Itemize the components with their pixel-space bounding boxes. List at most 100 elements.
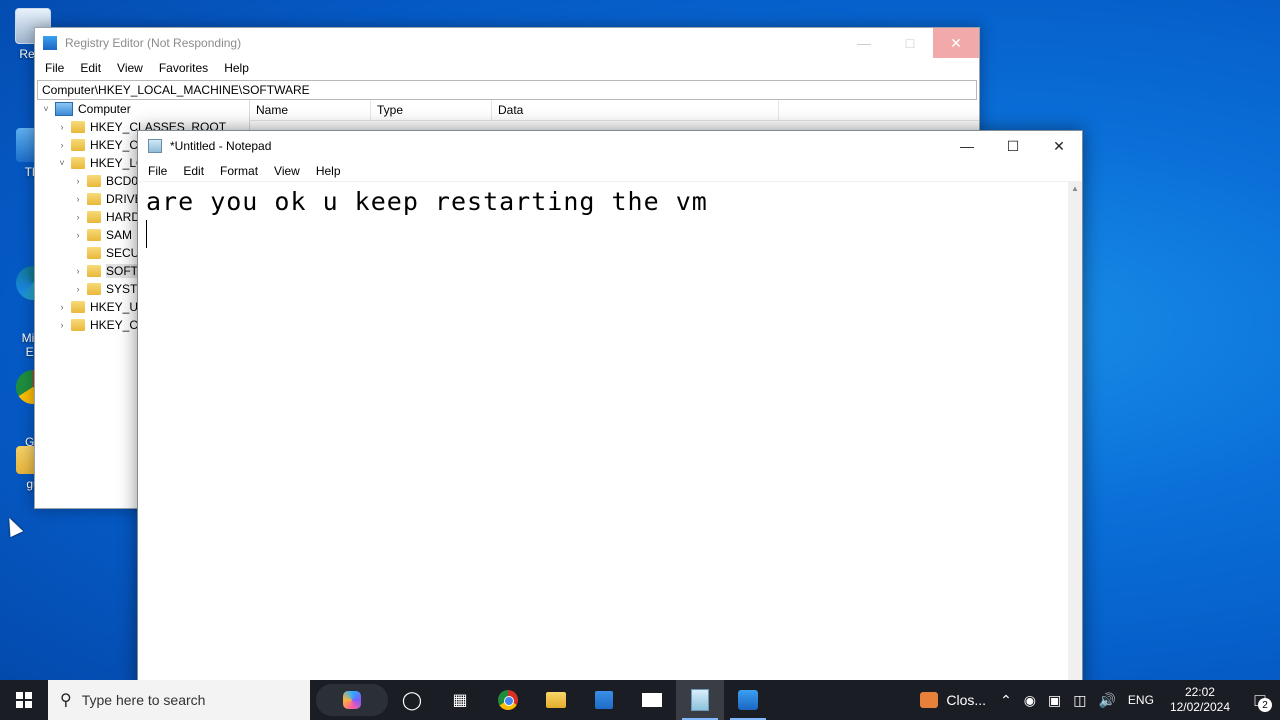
tree-item-label: HARD [106, 210, 141, 224]
taskbar-chrome[interactable] [484, 680, 532, 720]
tray-app-label: Clos... [946, 692, 987, 708]
notepad-title: *Untitled - Notepad [170, 139, 272, 153]
column-header-type[interactable]: Type [371, 100, 492, 120]
close-button[interactable]: ✕ [1036, 131, 1082, 161]
regedit-menubar: File Edit View Favorites Help [35, 58, 979, 78]
clock[interactable]: 22:02 12/02/2024 [1160, 685, 1240, 715]
menu-edit[interactable]: Edit [72, 61, 109, 75]
menu-format[interactable]: Format [212, 164, 266, 178]
language-indicator[interactable]: ENG [1122, 693, 1160, 707]
volume-icon[interactable]: 🔊 [1092, 692, 1121, 709]
folder-icon [87, 265, 101, 277]
taskbar-file-explorer[interactable] [532, 680, 580, 720]
record-icon[interactable]: ◉ [1018, 692, 1042, 709]
notepad-window[interactable]: *Untitled - Notepad — ☐ ✕ File Edit Form… [137, 130, 1083, 692]
chrome-icon [498, 690, 518, 710]
chevron-right-icon[interactable]: › [57, 122, 67, 132]
vertical-scrollbar[interactable]: ▲ [1068, 181, 1082, 691]
notepad-icon [691, 689, 709, 711]
copilot-button[interactable] [316, 684, 388, 716]
chevron-right-icon[interactable]: › [57, 140, 67, 150]
column-header-data[interactable]: Data [492, 100, 779, 120]
chevron-right-icon[interactable]: › [73, 266, 83, 276]
menu-help[interactable]: Help [308, 164, 349, 178]
search-icon: ⚲ [60, 692, 72, 709]
folder-icon [87, 193, 101, 205]
windows-logo-icon [16, 692, 32, 708]
maximize-button[interactable]: □ [887, 28, 933, 58]
tree-item-label: BCD0 [106, 174, 139, 188]
folder-icon [71, 157, 85, 169]
chevron-right-icon[interactable]: › [73, 230, 83, 240]
editor-content: are you ok u keep restarting the vm [146, 187, 708, 216]
tray-app-item[interactable]: Clos... [912, 680, 994, 720]
car-warning-icon [920, 692, 939, 708]
column-header-name[interactable]: Name [250, 100, 371, 120]
notepad-app-icon [148, 139, 162, 153]
menu-favorites[interactable]: Favorites [151, 61, 216, 75]
menu-file[interactable]: File [37, 61, 72, 75]
folder-icon [87, 175, 101, 187]
meet-now-icon[interactable]: ▣ [1042, 692, 1067, 709]
minimize-button[interactable]: — [841, 28, 887, 58]
notification-center-button[interactable]: □ 2 [1240, 680, 1280, 720]
network-icon[interactable]: ◫ [1067, 692, 1092, 709]
menu-view[interactable]: View [266, 164, 308, 178]
scroll-up-arrow-icon[interactable]: ▲ [1068, 181, 1082, 195]
file-explorer-icon [546, 692, 566, 708]
tree-item-label: Computer [78, 102, 131, 116]
notepad-titlebar[interactable]: *Untitled - Notepad — ☐ ✕ [138, 131, 1082, 161]
start-button[interactable] [0, 680, 48, 720]
minimize-button[interactable]: — [944, 131, 990, 161]
menu-help[interactable]: Help [216, 61, 257, 75]
chevron-down-icon[interactable]: ˅ [41, 104, 51, 114]
regedit-titlebar[interactable]: Registry Editor (Not Responding) — □ ✕ [35, 28, 979, 58]
clock-date: 12/02/2024 [1169, 700, 1230, 714]
regedit-icon [738, 690, 758, 710]
folder-icon [71, 121, 85, 133]
maximize-button[interactable]: ☐ [990, 131, 1036, 161]
taskbar-store[interactable] [580, 680, 628, 720]
menu-file[interactable]: File [140, 164, 175, 178]
folder-icon [87, 283, 101, 295]
task-view-button[interactable]: ▦ [436, 680, 484, 720]
folder-icon [71, 319, 85, 331]
clock-time: 22:02 [1184, 685, 1215, 699]
chevron-right-icon[interactable]: › [73, 194, 83, 204]
cortana-button[interactable]: ◯ [388, 680, 436, 720]
taskbar-mail[interactable] [628, 680, 676, 720]
chevron-right-icon[interactable]: › [73, 284, 83, 294]
folder-icon [87, 229, 101, 241]
computer-icon [55, 102, 73, 116]
mail-icon [642, 693, 662, 707]
taskbar-regedit[interactable] [724, 680, 772, 720]
text-editor[interactable]: are you ok u keep restarting the vm [138, 181, 1068, 691]
close-button[interactable]: ✕ [933, 28, 979, 58]
chevron-right-icon[interactable]: › [57, 320, 67, 330]
tree-item-label: SOFT [106, 264, 138, 278]
tree-item-computer[interactable]: ˅ Computer [35, 100, 249, 118]
search-placeholder: Type here to search [81, 692, 206, 708]
store-icon [595, 691, 613, 709]
menu-view[interactable]: View [109, 61, 151, 75]
taskbar-notepad[interactable] [676, 680, 724, 720]
chevron-right-icon[interactable]: › [73, 176, 83, 186]
system-tray: Clos... ⌃ ◉ ▣ ◫ 🔊 ENG 22:02 12/02/2024 □… [912, 680, 1280, 720]
chevron-up-icon[interactable]: ⌃ [994, 692, 1018, 709]
chevron-down-icon[interactable]: ˅ [57, 158, 67, 168]
notification-count: 2 [1258, 698, 1272, 712]
text-caret [146, 220, 147, 248]
chevron-right-icon[interactable]: › [57, 302, 67, 312]
taskbar-search-box[interactable]: ⚲ Type here to search [48, 680, 310, 720]
menu-edit[interactable]: Edit [175, 164, 212, 178]
folder-icon [71, 139, 85, 151]
copilot-icon [343, 691, 361, 709]
taskbar: ⚲ Type here to search ◯ ▦ Clos... ⌃ ◉ ▣ … [0, 680, 1280, 720]
folder-icon [87, 211, 101, 223]
chevron-right-icon[interactable]: › [73, 212, 83, 222]
list-header: Name Type Data [250, 100, 979, 121]
tree-item-label: SAM [106, 228, 133, 242]
address-bar[interactable]: Computer\HKEY_LOCAL_MACHINE\SOFTWARE [37, 80, 977, 100]
tree-item-label: SECU [106, 246, 140, 260]
regedit-title: Registry Editor (Not Responding) [65, 36, 242, 50]
